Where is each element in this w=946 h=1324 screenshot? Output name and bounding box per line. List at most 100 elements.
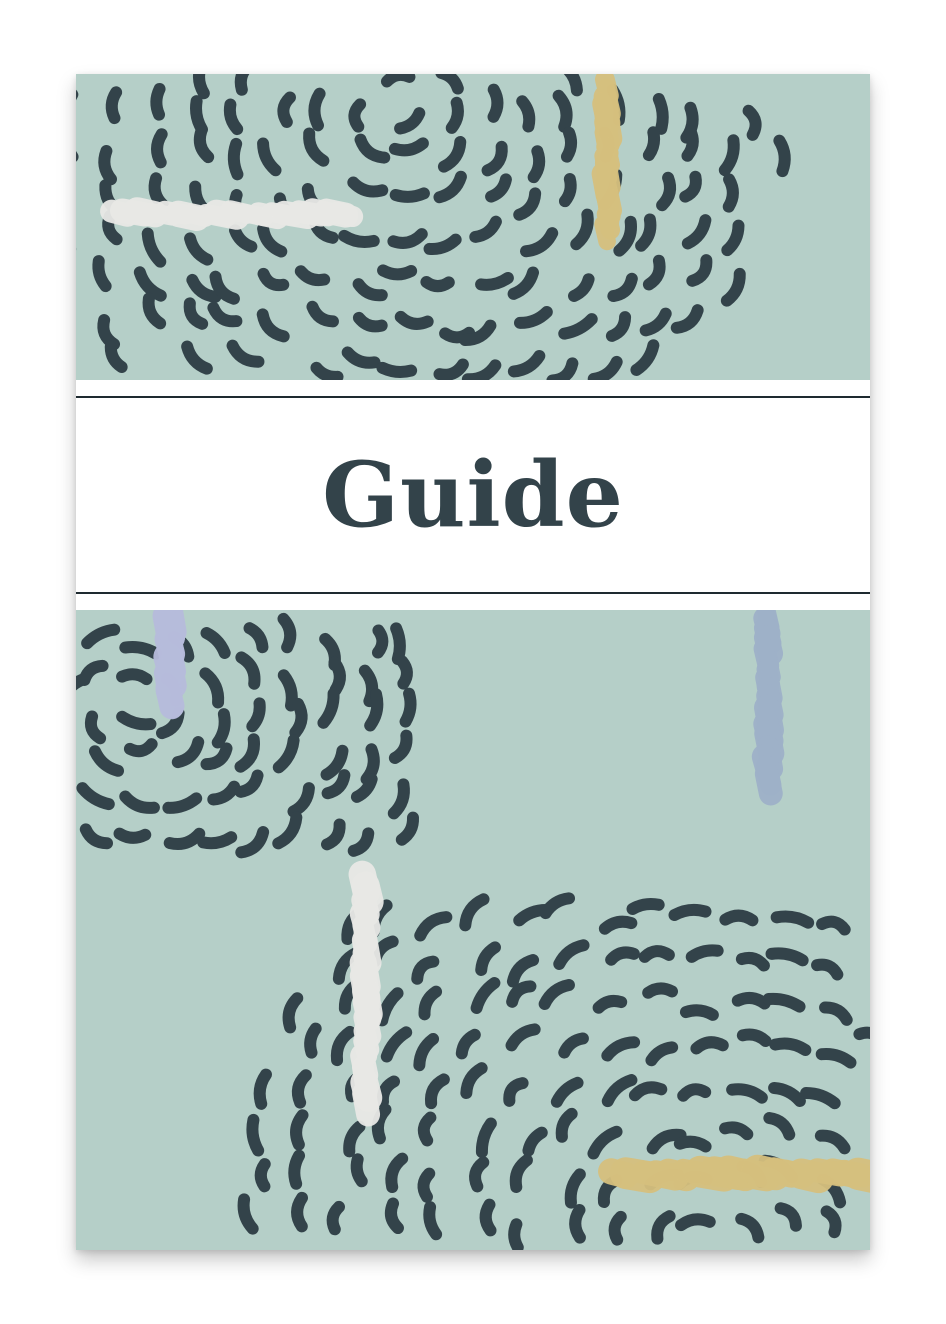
bottom-rule xyxy=(76,592,870,594)
dash-mark xyxy=(288,1149,306,1190)
dash-mark xyxy=(105,86,123,125)
cover-artwork xyxy=(76,74,870,1250)
dash-mark xyxy=(394,310,434,330)
dash-mark xyxy=(417,1111,437,1147)
dash-mark xyxy=(350,1153,368,1188)
dash-mark xyxy=(92,255,112,293)
dash-mark xyxy=(417,1167,436,1203)
dash-mark xyxy=(719,1121,754,1141)
dash-mark xyxy=(277,91,296,128)
dash-mark xyxy=(685,944,724,963)
dash-mark xyxy=(396,655,413,690)
dash-mark xyxy=(742,104,762,141)
dash-mark xyxy=(277,612,297,654)
dash-mark xyxy=(656,171,677,212)
dash-mark xyxy=(558,173,577,208)
title-band: Guide xyxy=(76,380,870,610)
guide-cover: Guide xyxy=(76,74,870,1250)
dash-mark xyxy=(328,656,346,696)
dash-mark xyxy=(642,126,661,162)
dash-mark xyxy=(608,1210,627,1246)
dash-mark xyxy=(211,708,231,749)
dash-mark xyxy=(770,910,815,929)
dash-mark xyxy=(673,1135,712,1153)
dash-mark xyxy=(479,1198,497,1237)
dash-mark xyxy=(469,1156,490,1193)
dash-mark xyxy=(291,1069,312,1109)
dash-mark xyxy=(376,361,418,379)
dash-mark xyxy=(420,276,455,293)
top-rule xyxy=(76,396,870,398)
dash-mark xyxy=(98,145,118,186)
dash-mark xyxy=(151,128,168,169)
dash-mark xyxy=(254,1158,271,1193)
dash-mark xyxy=(598,915,638,935)
dash-mark xyxy=(338,229,380,248)
dash-mark xyxy=(475,271,514,291)
dash-mark xyxy=(569,1203,586,1244)
dash-mark xyxy=(626,897,665,915)
dash-mark xyxy=(308,87,326,132)
dash-mark xyxy=(423,1201,443,1241)
dash-mark xyxy=(289,697,308,739)
dash-mark xyxy=(326,1200,345,1236)
dash-mark xyxy=(722,173,739,213)
dash-mark xyxy=(304,1022,322,1059)
dash-mark xyxy=(246,1113,265,1157)
dash-mark xyxy=(487,83,504,123)
dash-mark xyxy=(348,98,367,133)
dash-mark xyxy=(675,1213,716,1232)
dash-mark xyxy=(681,125,699,162)
brush-stroke xyxy=(594,215,616,251)
brush-stroke xyxy=(352,1081,381,1127)
dash-mark xyxy=(364,688,384,732)
page: Guide xyxy=(0,0,946,1324)
dash-mark xyxy=(560,126,578,163)
dash-mark xyxy=(123,738,158,758)
dash-mark xyxy=(390,622,406,666)
dash-mark xyxy=(377,264,418,281)
dash-mark xyxy=(552,89,573,133)
dash-mark xyxy=(677,1083,712,1102)
dash-mark xyxy=(773,134,791,178)
dash-mark xyxy=(380,74,416,88)
dash-mark xyxy=(119,641,163,660)
dash-mark xyxy=(679,1004,719,1021)
dash-mark xyxy=(246,697,266,733)
dash-mark xyxy=(113,827,152,844)
dash-mark xyxy=(150,82,166,121)
dash-mark xyxy=(389,187,430,203)
dash-mark xyxy=(668,903,712,922)
dash-mark xyxy=(227,137,244,181)
dash-mark xyxy=(736,1028,772,1048)
dash-mark xyxy=(769,1037,812,1057)
dash-mark xyxy=(197,831,238,850)
dash-mark xyxy=(445,96,464,134)
dash-mark xyxy=(253,1068,272,1110)
dash-mark xyxy=(371,624,389,659)
dash-mark xyxy=(384,1197,404,1235)
dash-mark xyxy=(765,947,809,967)
dash-mark xyxy=(592,994,628,1014)
dash-mark xyxy=(628,1081,668,1102)
brush-stroke xyxy=(155,678,185,719)
dash-mark xyxy=(690,1036,729,1055)
dash-mark xyxy=(719,909,759,927)
dash-mark xyxy=(735,951,770,972)
dash-mark xyxy=(193,74,210,100)
dash-mark xyxy=(508,1218,524,1250)
dash-mark xyxy=(816,915,851,936)
brush-stroke xyxy=(842,1157,870,1193)
dash-mark xyxy=(116,668,153,686)
dash-mark xyxy=(290,1109,309,1151)
dash-mark xyxy=(516,95,536,133)
dash-mark xyxy=(731,991,771,1010)
dash-mark xyxy=(527,145,546,184)
dash-mark xyxy=(223,98,244,136)
dash-mark xyxy=(605,946,640,966)
dash-mark xyxy=(399,687,417,728)
dash-mark xyxy=(388,137,429,157)
brush-stroke xyxy=(754,761,783,806)
brush-stroke xyxy=(326,201,364,228)
dash-mark xyxy=(291,1191,308,1233)
